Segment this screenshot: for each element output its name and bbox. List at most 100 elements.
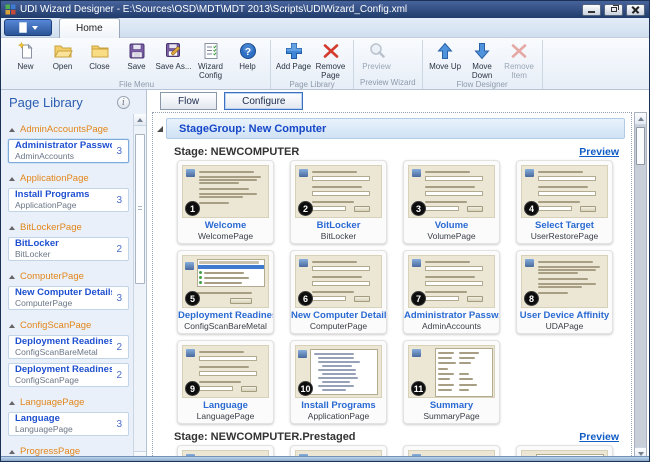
page-count: 3 [116,146,122,157]
flow-page-card[interactable]: 5Deployment ReadinessConfigScanBareMetal [177,250,274,334]
ribbon-button-label: Move Down [464,62,501,80]
open-button[interactable]: Open [44,40,81,71]
help-button[interactable]: ?Help [229,40,266,71]
page-count: 2 [116,342,122,353]
ribbon-button-label: Save [127,62,145,71]
page-title: Welcome [178,220,273,231]
page-title: Administrator Password [15,141,112,152]
scroll-up-icon[interactable] [134,114,146,126]
page-library-item[interactable]: Deployment ReadinessConfigScanPage2 [8,363,129,387]
preview-button[interactable]: Preview [358,40,395,71]
page-type: UserRestorePage [517,231,612,241]
page-library-item[interactable]: Administrator PasswordAdminAccounts3 [8,139,129,163]
ribbon-button-label: Help [239,62,255,71]
flow-page-card[interactable]: 3VolumeVolumePage [403,160,500,244]
ribbon-button-label: Wizard Config [192,62,229,80]
main-scrollbar[interactable] [634,112,647,460]
flow-page-card[interactable]: 9LanguageLanguagePage [177,340,274,424]
collapse-arrow-icon [9,177,15,181]
ribbon-button-label: Move Up [429,62,461,71]
scrollbar-thumb[interactable] [636,127,645,165]
flow-page-card[interactable]: 2BitLockerBitLocker [290,160,387,244]
flow-page-card[interactable]: 8User Device AffinityUDAPage [516,250,613,334]
page-title: Deployment Readiness [178,310,273,321]
expander-icon[interactable] [157,126,163,132]
stage-header: Stage: NEWCOMPUTER.PrestagedPreview [174,431,619,443]
page-library-item[interactable]: Install ProgramsApplicationPage3 [8,188,129,212]
close-button[interactable]: Close [81,40,118,71]
sidebar-scrollbar[interactable] [133,114,146,462]
stage-preview-link[interactable]: Preview [579,146,619,158]
flow-page-card[interactable]: 4Select TargetUserRestorePage [516,160,613,244]
page-library-item[interactable]: LanguageLanguagePage3 [8,412,129,436]
page-number-badge: 3 [411,201,426,216]
tab-flow[interactable]: Flow [160,92,217,110]
page-library-group-header[interactable]: AdminAccountsPage [9,124,131,135]
page-thumbnail: 9 [182,345,269,398]
stage-preview-link[interactable]: Preview [579,431,619,443]
restore-icon[interactable] [604,4,623,16]
page-number-badge: 2 [298,201,313,216]
scrollbar-thumb[interactable] [135,134,145,284]
flow-page-card[interactable]: 10 Install ProgramsApplicationPage [290,340,387,424]
flow-page-card[interactable]: 7Administrator Passw...AdminAccounts [403,250,500,334]
page-title: Administrator Passw... [404,310,499,321]
save-as-button[interactable]: Save As... [155,40,192,71]
page-library-item[interactable]: New Computer DetailsComputerPage3 [8,286,129,310]
page-thumbnail: 10 [295,345,382,398]
minimize-icon[interactable] [582,4,601,16]
collapse-arrow-icon [9,450,15,454]
page-number-badge: 6 [298,291,313,306]
ribbon-button-label: Remove Item [501,62,538,80]
page-library-group-header[interactable]: LanguagePage [9,397,131,408]
close-folder-icon [90,41,110,61]
page-type: ApplicationPage [291,411,386,421]
collapse-arrow-icon [9,128,15,132]
move-up-button[interactable]: Move Up [427,40,464,71]
page-library-group-header[interactable]: BitLockerPage [9,222,131,233]
group-name: ConfigScanPage [20,320,91,331]
page-library-item[interactable]: BitLockerBitLocker2 [8,237,129,261]
page-title: Install Programs [15,190,112,201]
page-type: ConfigScanBareMetal [178,321,273,331]
page-thumbnail: 11 [408,345,495,398]
flow-page-card[interactable]: 11SummarySummaryPage [403,340,500,424]
move-down-button[interactable]: Move Down [464,40,501,80]
ribbon-button-label: Open [53,62,73,71]
page-library-group-header[interactable]: ConfigScanPage [9,320,131,331]
flow-page-card[interactable]: 1WelcomeWelcomePage [177,160,274,244]
tab-configure[interactable]: Configure [224,92,303,110]
page-title: Install Programs [291,400,386,411]
close-icon[interactable] [626,4,645,16]
page-count: 2 [116,370,122,381]
remove-item-button[interactable]: Remove Item [501,40,538,80]
new-button[interactable]: New [7,40,44,71]
remove-page-button[interactable]: Remove Page [312,40,349,80]
wizard-config-button[interactable]: Wizard Config [192,40,229,80]
app-window: UDI Wizard Designer - E:\Sources\OSD\MDT… [0,0,650,462]
save-button[interactable]: Save [118,40,155,71]
window-frame-bottom [1,456,649,461]
ribbon-button-label: Close [89,62,109,71]
application-menu-button[interactable] [4,19,52,36]
stage-group-header[interactable]: StageGroup: New Computer [166,118,625,139]
page-library-group-header[interactable]: ApplicationPage [9,173,131,184]
scroll-up-icon[interactable] [635,113,646,125]
page-title: Volume [404,220,499,231]
tab-home[interactable]: Home [59,18,120,38]
ribbon-group: Add PageRemove PagePage Library [271,40,354,89]
ribbon-button-label: Save As... [155,62,191,71]
collapse-arrow-icon [9,401,15,405]
add-page-icon [284,41,304,61]
page-thumbnail: 3 [408,165,495,218]
info-icon[interactable] [117,96,130,109]
collapse-arrow-icon [9,226,15,230]
page-number-badge: 4 [524,201,539,216]
add-page-button[interactable]: Add Page [275,40,312,71]
group-name: ApplicationPage [20,173,89,184]
stage-group-title: StageGroup: New Computer [179,123,326,135]
page-library-item[interactable]: Deployment ReadinessConfigScanBareMetal2 [8,335,129,359]
page-library-group-header[interactable]: ComputerPage [9,271,131,282]
page-type: ConfigScanBareMetal [15,348,112,358]
flow-page-card[interactable]: 6New Computer DetailsComputerPage [290,250,387,334]
